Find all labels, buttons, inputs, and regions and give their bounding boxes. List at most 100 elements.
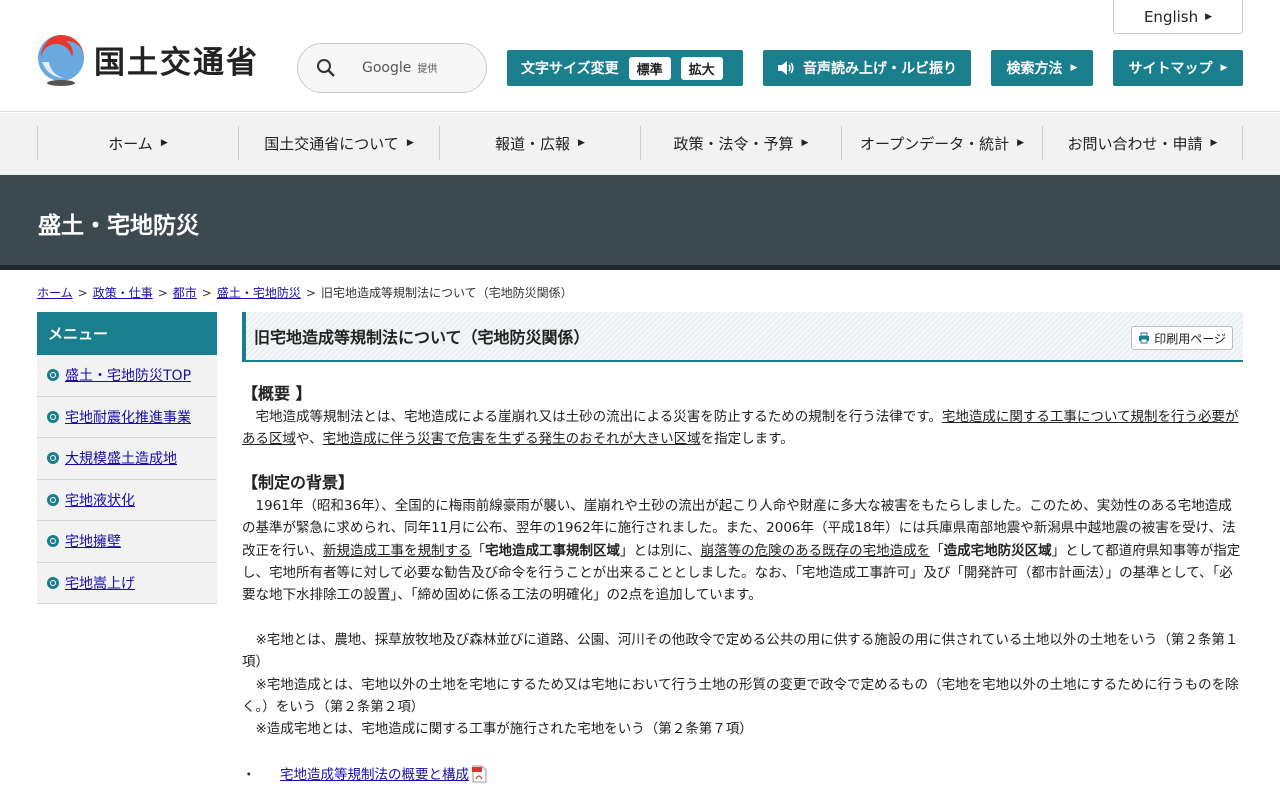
search-brand: Google [362, 60, 412, 76]
background-bold-term: 造成宅地防災区域 [943, 542, 1052, 559]
sitemap-button[interactable]: サイトマップ ▶ [1113, 50, 1243, 86]
document-link-item: 宅地造成等規制法の概要と構成 [242, 763, 1243, 783]
background-text-segment: 「 [930, 542, 944, 559]
arrow-right-icon: ▶ [801, 138, 809, 148]
arrow-right-icon: ▶ [1205, 11, 1213, 22]
document-link[interactable]: 宅地造成等規制法の概要と構成 [280, 767, 469, 783]
gnav-item-label: 政策・法令・予算 [673, 134, 794, 153]
page-title-bar: 旧宅地造成等規制法について（宅地防災関係） 印刷用ページ [242, 312, 1243, 362]
section-title: 盛土・宅地防災 [38, 213, 199, 239]
overview-link[interactable]: 宅地造成に伴う災害で危害を生ずる発生のおそれが大きい区域 [323, 431, 701, 447]
side-menu: メニュー 盛土・宅地防災TOP 宅地耐震化推進事業 大規模盛土造成地 宅地液状化… [37, 312, 217, 604]
search-provider: Google 提供 [362, 60, 437, 76]
side-menu-link[interactable]: 宅地耐震化推進事業 [65, 407, 191, 427]
side-menu-heading: メニュー [37, 312, 217, 355]
pdf-icon [472, 765, 487, 783]
font-size-control: 文字サイズ変更 標準 拡大 [507, 50, 743, 86]
breadcrumb-separator: > [305, 286, 316, 300]
overview-text-segment: や、 [296, 431, 323, 448]
printer-icon [1139, 332, 1150, 344]
definition-notes: ※宅地とは、農地、採草放牧地及び森林並びに道路、公園、河川その他政令で定める公共… [242, 629, 1243, 741]
search-icon[interactable] [316, 58, 336, 78]
ministry-logo-icon [38, 35, 84, 86]
gnav-item-press[interactable]: 報道・広報 ▶ [439, 126, 640, 160]
side-menu-item[interactable]: 宅地耐震化推進事業 [37, 396, 217, 438]
background-bold-term: 宅地造成工事規制区域 [485, 542, 620, 559]
breadcrumb-link[interactable]: 都市 [173, 286, 197, 300]
background-link[interactable]: 新規造成工事を規制する [323, 543, 472, 559]
bullet-icon [47, 410, 59, 423]
side-menu-link[interactable]: 盛土・宅地防災TOP [65, 365, 191, 385]
site-logo[interactable]: 国土交通省 [36, 32, 259, 86]
side-menu-link[interactable]: 大規模盛土造成地 [65, 448, 177, 468]
side-menu-item[interactable]: 宅地液状化 [37, 479, 217, 521]
breadcrumb-link[interactable]: 政策・仕事 [93, 286, 153, 300]
gnav-item-home[interactable]: ホーム ▶ [37, 126, 238, 160]
print-page-button[interactable]: 印刷用ページ [1131, 326, 1233, 350]
overview-heading: 【概要 】 [242, 384, 312, 403]
side-menu-item[interactable]: 宅地嵩上げ [37, 562, 217, 604]
breadcrumb: ホーム > 政策・仕事 > 都市 > 盛土・宅地防災 > 旧宅地造成等規制法について（宅地防災関… [37, 284, 573, 301]
background-link[interactable]: 崩落等の危険のある既存の宅地造成を [701, 543, 931, 559]
gnav-item-label: 国土交通省について [264, 134, 399, 153]
gnav-item-about[interactable]: 国土交通省について ▶ [238, 126, 439, 160]
overview-text: 宅地造成等規制法とは、宅地造成による崖崩れ又は土砂の流出による災害を防止するため… [242, 406, 1243, 451]
background-text-segment: 」とは別に、 [620, 542, 701, 559]
side-menu-item[interactable]: 盛土・宅地防災TOP [37, 355, 217, 397]
bullet-icon [47, 576, 59, 589]
bullet-icon [47, 493, 59, 506]
bullet-icon [47, 452, 59, 465]
speaker-icon [778, 61, 794, 75]
arrow-right-icon: ▶ [406, 138, 414, 148]
gnav-item-contact[interactable]: お問い合わせ・申請 ▶ [1042, 126, 1243, 160]
definition-note: ※造成宅地とは、宅地造成に関する工事が施行された宅地をいう（第２条第７項） [255, 721, 753, 738]
voice-reading-label: 音声読み上げ・ルビ振り [803, 61, 957, 77]
section-banner: 盛土・宅地防災 [0, 175, 1280, 270]
font-size-normal-button[interactable]: 標準 [628, 56, 671, 80]
breadcrumb-separator: > [201, 286, 212, 300]
gnav-item-opendata[interactable]: オープンデータ・統計 ▶ [841, 126, 1042, 160]
overview-text-segment: 宅地造成等規制法とは、宅地造成による崖崩れ又は土砂の流出による災害を防止するため… [255, 409, 942, 425]
voice-reading-button[interactable]: 音声読み上げ・ルビ振り [763, 50, 971, 86]
side-menu-link[interactable]: 宅地液状化 [65, 490, 135, 510]
sitemap-label: サイトマップ [1128, 61, 1213, 77]
bullet-icon [47, 369, 59, 382]
breadcrumb-link[interactable]: ホーム [37, 286, 73, 300]
gnav-item-label: 報道・広報 [495, 134, 571, 153]
english-label: English [1143, 7, 1199, 26]
background-heading: 【制定の背景】 [242, 472, 355, 492]
print-page-label: 印刷用ページ [1154, 331, 1226, 346]
side-menu-link[interactable]: 宅地嵩上げ [65, 573, 135, 593]
gnav-item-label: お問い合わせ・申請 [1067, 134, 1203, 153]
site-logo-text: 国土交通省 [94, 44, 259, 81]
definition-note: ※宅地とは、農地、採草放牧地及び森林並びに道路、公園、河川その他政令で定める公共… [242, 631, 1239, 671]
search-provider-label: 提供 [417, 64, 438, 75]
side-menu-link[interactable]: 宅地擁壁 [65, 531, 121, 551]
gnav-item-policy[interactable]: 政策・法令・予算 ▶ [640, 126, 841, 160]
arrow-right-icon: ▶ [1017, 138, 1025, 148]
definition-note: ※宅地造成とは、宅地以外の土地を宅地にするため又は宅地において行う土地の形質の変… [242, 676, 1239, 716]
main-content: 旧宅地造成等規制法について（宅地防災関係） 印刷用ページ 【概要 】 宅地造成等… [242, 312, 1243, 783]
page-title: 旧宅地造成等規制法について（宅地防災関係） [254, 328, 590, 347]
arrow-right-icon: ▶ [1070, 63, 1078, 73]
gnav-item-label: ホーム [108, 134, 153, 153]
font-size-label: 文字サイズ変更 [521, 61, 619, 77]
background-text-segment: 「 [471, 542, 486, 559]
arrow-right-icon: ▶ [1220, 63, 1228, 73]
gnav-item-label: オープンデータ・統計 [859, 134, 1010, 153]
arrow-right-icon: ▶ [578, 138, 585, 148]
breadcrumb-link[interactable]: 盛土・宅地防災 [217, 286, 301, 300]
breadcrumb-current: 旧宅地造成等規制法について（宅地防災関係） [320, 286, 573, 300]
font-size-large-button[interactable]: 拡大 [680, 56, 723, 80]
arrow-right-icon: ▶ [1210, 138, 1218, 148]
background-text: 1961年（昭和36年）、全国的に梅雨前線豪雨が襲い、崖崩れや土砂の流出が起こり… [242, 495, 1243, 607]
side-menu-item[interactable]: 宅地擁壁 [37, 521, 217, 563]
document-links: 宅地造成等規制法の概要と構成 [242, 763, 1243, 783]
site-search-box[interactable]: Google 提供 [297, 43, 487, 93]
search-howto-button[interactable]: 検索方法 ▶ [991, 50, 1093, 86]
breadcrumb-separator: > [77, 286, 88, 300]
global-nav: ホーム ▶ 国土交通省について ▶ 報道・広報 ▶ 政策・法令・予算 ▶ オープンデータ… [0, 113, 1280, 175]
english-link[interactable]: English ▶ [1113, 0, 1243, 34]
site-header: 国土交通省 Google 提供 English ▶ 文字サイズ変更 標準 拡大 音声… [0, 0, 1280, 112]
side-menu-item[interactable]: 大規模盛土造成地 [37, 438, 217, 480]
